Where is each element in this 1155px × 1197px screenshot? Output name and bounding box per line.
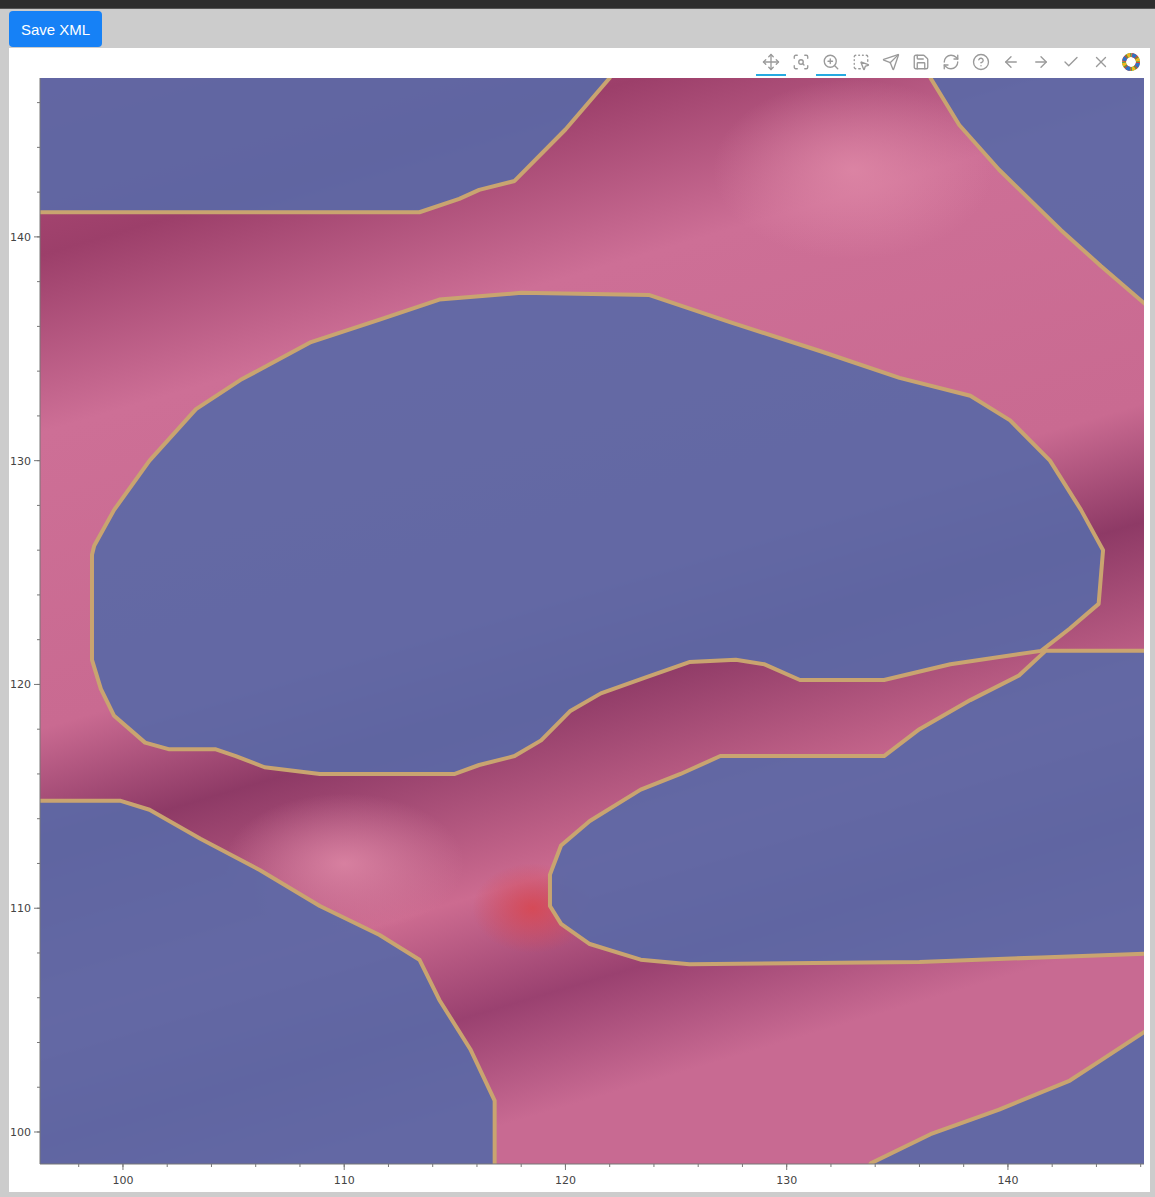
check-icon xyxy=(1062,53,1080,71)
plot-canvas[interactable]: 100 110 120 130 140 100 110 120 130 140 xyxy=(9,78,1150,1192)
x-tick-label: 140 xyxy=(997,1174,1018,1187)
x-tick-label: 110 xyxy=(334,1174,355,1187)
y-tick-label: 100 xyxy=(10,1126,31,1139)
bokeh-logo-icon xyxy=(1121,52,1141,72)
x-tick-label: 120 xyxy=(555,1174,576,1187)
tool-button[interactable] xyxy=(1086,50,1116,76)
box-zoom-icon xyxy=(792,53,810,71)
poly-draw-icon xyxy=(882,53,900,71)
tool-button[interactable] xyxy=(816,50,846,76)
header: Save XML xyxy=(0,9,1155,47)
tool-button[interactable] xyxy=(966,50,996,76)
tool-button[interactable] xyxy=(786,50,816,76)
toolbar xyxy=(9,48,1150,78)
save-button[interactable]: Save XML xyxy=(9,11,102,47)
tool-button[interactable] xyxy=(906,50,936,76)
tool-button[interactable] xyxy=(1116,50,1146,76)
tool-button[interactable] xyxy=(1056,50,1086,76)
tool-button[interactable] xyxy=(996,50,1026,76)
pan-icon xyxy=(762,53,780,71)
x-tick-label: 100 xyxy=(112,1174,133,1187)
x-icon xyxy=(1092,53,1110,71)
y-tick-label: 130 xyxy=(10,455,31,468)
y-axis: 100 110 120 130 140 xyxy=(10,78,40,1164)
plot-panel: 100 110 120 130 140 100 110 120 130 140 xyxy=(9,48,1150,1192)
annotation-polygon[interactable] xyxy=(40,801,495,1164)
y-tick-label: 110 xyxy=(10,902,31,915)
y-tick-label: 140 xyxy=(10,231,31,244)
wheel-zoom-icon xyxy=(822,53,840,71)
save-icon xyxy=(912,53,930,71)
annotation-polygon[interactable] xyxy=(864,1031,1144,1164)
annotation-polygon[interactable] xyxy=(92,293,1103,774)
help-icon xyxy=(972,53,990,71)
arrow-left-icon xyxy=(1002,53,1020,71)
tool-button[interactable] xyxy=(846,50,876,76)
arrow-right-icon xyxy=(1032,53,1050,71)
tool-button[interactable] xyxy=(936,50,966,76)
box-edit-icon xyxy=(852,53,870,71)
x-tick-label: 130 xyxy=(776,1174,797,1187)
y-tick-label: 120 xyxy=(10,678,31,691)
tool-button[interactable] xyxy=(756,50,786,76)
annotation-polygon[interactable] xyxy=(550,651,1144,964)
annotation-polygon[interactable] xyxy=(40,78,619,212)
page: Save XML 100 110 120 130 140 100 110 120 130 140 xyxy=(0,0,1155,1197)
x-axis: 100 110 120 130 140 xyxy=(40,1164,1144,1187)
top-strip xyxy=(0,0,1155,9)
reset-icon xyxy=(942,53,960,71)
tool-button[interactable] xyxy=(876,50,906,76)
tool-button[interactable] xyxy=(1026,50,1056,76)
annotation-polygon[interactable] xyxy=(931,78,1144,315)
